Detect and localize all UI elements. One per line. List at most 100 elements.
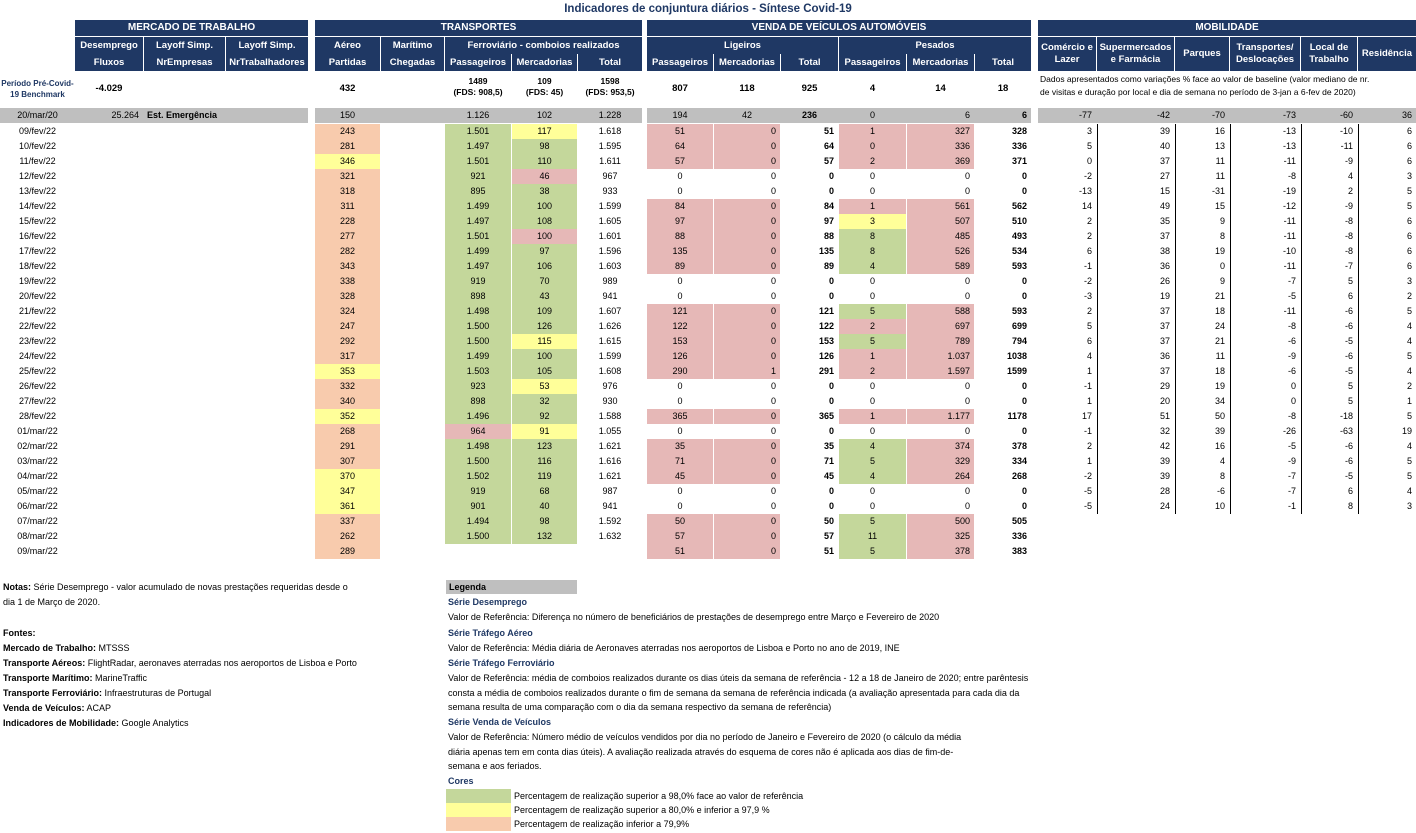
- row-ferro-passageiros: 1.500: [445, 454, 511, 469]
- row-ligeiros-passageiros: 50: [647, 514, 713, 529]
- header-desemprego: Desemprego: [75, 37, 143, 54]
- row-pesados-total: 1599: [1006, 366, 1027, 376]
- row-pesados-mercadorias: 589: [907, 259, 974, 274]
- header-pesados: Pesados: [839, 37, 1031, 54]
- row-mob-supermercados: 40: [1097, 139, 1174, 154]
- row-ferro-total: 1.621: [598, 441, 622, 451]
- row-ligeiros-total: 365: [818, 411, 834, 421]
- row-ligeiros-mercadorias: 0: [714, 199, 780, 214]
- section-venda-veiculos: VENDA DE VEÍCULOS AUTOMÓVEIS: [647, 20, 1031, 36]
- row-mob-trabalho: -11: [1301, 139, 1357, 154]
- row-ligeiros-passageiros: 0: [677, 426, 683, 436]
- row-pesados-passageiros: 0: [869, 291, 875, 301]
- legend-swatch-green: [446, 789, 511, 803]
- row-ligeiros-total: 64: [823, 141, 834, 151]
- row-pesados-mercadorias: 1.597: [907, 364, 974, 379]
- row-ferro-total: 1.607: [598, 306, 622, 316]
- row-mob-parques: 13: [1175, 139, 1229, 154]
- legend-desemprego-text: Valor de Referência: Diferença no número…: [448, 612, 940, 622]
- row-mob-transportes: 0: [1230, 379, 1300, 394]
- row-ferro-passageiros: 1.498: [445, 304, 511, 319]
- row-pesados-total: 593: [1011, 306, 1027, 316]
- row-mob-comercio: 1: [1086, 396, 1092, 406]
- row-mob-comercio: -3: [1083, 291, 1092, 301]
- row-mob-supermercados: 24: [1097, 499, 1174, 514]
- row-pesados-passageiros: 0: [869, 486, 875, 496]
- header-ferroviario: Ferroviário - comboios realizados: [445, 37, 642, 54]
- row-pesados-total: 336: [1011, 141, 1027, 151]
- row-ligeiros-passageiros: 97: [647, 214, 713, 229]
- row-mob-trabalho: -8: [1301, 214, 1357, 229]
- row-pesados-mercadorias: 0: [964, 486, 970, 496]
- row-mob-residencia: 5: [1358, 469, 1416, 484]
- row-ligeiros-total: 0: [828, 276, 834, 286]
- row-pesados-total: 0: [1021, 426, 1027, 436]
- row-pesados-total: 510: [1011, 216, 1027, 226]
- row-ligeiros-mercadorias: 0: [714, 259, 780, 274]
- row-pesados-mercadorias: 336: [907, 139, 974, 154]
- row-pesados-mercadorias: 0: [964, 396, 970, 406]
- row-ferro-mercadorias: 117: [512, 124, 577, 139]
- row-pesados-passageiros: 0: [869, 426, 875, 436]
- row-ferro-passageiros: 1.503: [445, 364, 511, 379]
- row-pesados-mercadorias: 1.177: [907, 409, 974, 424]
- row-pesados-passageiros: 2: [839, 154, 906, 169]
- benchmark-ligeiros-mercadorias: 118: [739, 83, 755, 94]
- row-mob-parques: 8: [1175, 469, 1229, 484]
- row-pesados-passageiros: 5: [839, 304, 906, 319]
- row-ferro-mercadorias: 43: [512, 289, 577, 304]
- row-mob-supermercados: 19: [1097, 289, 1174, 304]
- notes-line2: dia 1 de Março de 2020.: [3, 597, 101, 607]
- row-mob-residencia: 4: [1358, 334, 1416, 349]
- row-mob-trabalho: -9: [1301, 199, 1357, 214]
- row-pesados-mercadorias: 0: [964, 426, 970, 436]
- row-pesados-passageiros: 1: [839, 409, 906, 424]
- row-pesados-mercadorias: 507: [907, 214, 974, 229]
- row-partidas: 292: [315, 334, 380, 349]
- row-pesados-total: 1038: [1006, 351, 1027, 361]
- row-partidas: 343: [315, 259, 380, 274]
- row-mob-comercio: -13: [1078, 186, 1092, 196]
- row-ferro-total: 1.611: [599, 156, 621, 166]
- legend-color-orange-text: Percentagem de realização inferior a 79,…: [514, 819, 690, 829]
- row-date: 11/fev/22: [19, 156, 56, 166]
- emergencia-ferro-mercadorias: 102: [536, 110, 553, 120]
- row-ligeiros-total: 0: [828, 501, 834, 511]
- row-mob-comercio: -1: [1083, 381, 1092, 391]
- row-pesados-mercadorias: 329: [907, 454, 974, 469]
- row-mob-trabalho: -8: [1301, 244, 1357, 259]
- row-mob-parques: 39: [1175, 424, 1229, 439]
- row-pesados-passageiros: 4: [839, 259, 906, 274]
- row-mob-comercio: 1: [1086, 366, 1092, 376]
- row-ligeiros-passageiros: 0: [677, 381, 683, 391]
- row-partidas: 361: [315, 499, 380, 514]
- row-pesados-mercadorias: 378: [907, 544, 974, 559]
- row-ligeiros-total: 97: [823, 216, 834, 226]
- row-pesados-passageiros: 3: [839, 214, 906, 229]
- header-aereo: Aéreo: [315, 37, 380, 54]
- row-mob-trabalho: 6: [1301, 484, 1357, 499]
- row-mob-parques: 8: [1175, 229, 1229, 244]
- row-pesados-total: 336: [1011, 531, 1027, 541]
- row-mob-transportes: -12: [1230, 199, 1300, 214]
- row-pesados-total: 0: [1021, 501, 1027, 511]
- row-pesados-mercadorias: 588: [907, 304, 974, 319]
- row-ferro-mercadorias: 123: [512, 439, 577, 454]
- row-mob-comercio: -1: [1083, 426, 1092, 436]
- row-ligeiros-mercadorias: 0: [770, 381, 776, 391]
- row-partidas: 346: [315, 154, 380, 169]
- row-mob-transportes: -11: [1230, 214, 1300, 229]
- notes-line1: Notas: Série Desemprego - valor acumulad…: [3, 582, 348, 592]
- legend-ferroviario-text2: consta a média de comboios realizados du…: [448, 688, 1020, 698]
- row-ferro-mercadorias: 100: [512, 229, 577, 244]
- emergencia-pesados-total: 6: [1021, 110, 1027, 120]
- header-local-trabalho: Local de Trabalho: [1301, 37, 1357, 71]
- row-date: 22/fev/22: [18, 321, 57, 331]
- row-mob-trabalho: -6: [1301, 304, 1357, 319]
- row-mob-trabalho: 2: [1301, 184, 1357, 199]
- row-ligeiros-total: 57: [823, 156, 834, 166]
- row-partidas: 332: [315, 379, 380, 394]
- row-pesados-passageiros: 4: [839, 439, 906, 454]
- row-ferro-mercadorias: 53: [512, 379, 577, 394]
- row-pesados-passageiros: 5: [839, 514, 906, 529]
